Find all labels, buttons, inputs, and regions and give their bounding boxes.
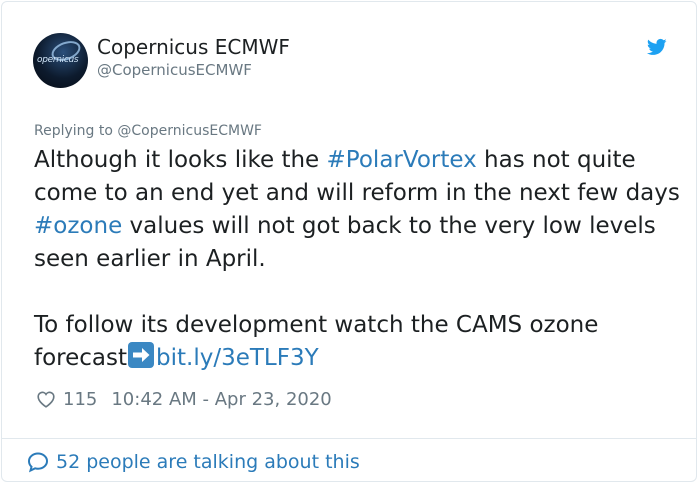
heart-icon[interactable] — [35, 388, 57, 410]
author-handle[interactable]: @CopernicusECMWF — [97, 60, 252, 80]
tweet-text-1c: values will not got back to the very low… — [34, 213, 656, 272]
timestamp[interactable]: 10:42 AM - Apr 23, 2020 — [111, 389, 331, 410]
replying-prefix: Replying to — [34, 123, 118, 139]
tweet-text: Although it looks like the #PolarVortex … — [34, 144, 684, 375]
tweet-paragraph-2: To follow its development watch the CAMS… — [34, 309, 684, 375]
tweet-card: opernicus Copernicus ECMWF @CopernicusEC… — [1, 1, 697, 482]
avatar[interactable]: opernicus — [33, 33, 88, 88]
tweet-text-1a: Although it looks like the — [34, 147, 327, 173]
avatar-logo-text: opernicus — [37, 55, 79, 65]
speech-bubble-icon — [27, 452, 49, 473]
replying-handle[interactable]: @CopernicusECMWF — [117, 123, 262, 139]
like-count[interactable]: 115 — [63, 389, 97, 410]
tweet-paragraph-1: Although it looks like the #PolarVortex … — [34, 144, 684, 276]
right-arrow-emoji-icon — [128, 342, 155, 368]
hashtag-ozone[interactable]: #ozone — [34, 213, 122, 239]
replying-to: Replying to @CopernicusECMWF — [34, 122, 262, 140]
talking-about-link[interactable]: 52 people are talking about this — [26, 450, 360, 474]
twitter-bird-icon[interactable] — [645, 37, 669, 57]
author-name[interactable]: Copernicus ECMWF — [97, 35, 290, 59]
short-link[interactable]: bit.ly/3eTLF3Y — [156, 345, 319, 371]
divider — [2, 438, 696, 439]
hashtag-polarvortex[interactable]: #PolarVortex — [327, 147, 477, 173]
talking-about-text[interactable]: 52 people are talking about this — [56, 451, 360, 473]
tweet-meta: 115 10:42 AM - Apr 23, 2020 — [35, 387, 332, 411]
